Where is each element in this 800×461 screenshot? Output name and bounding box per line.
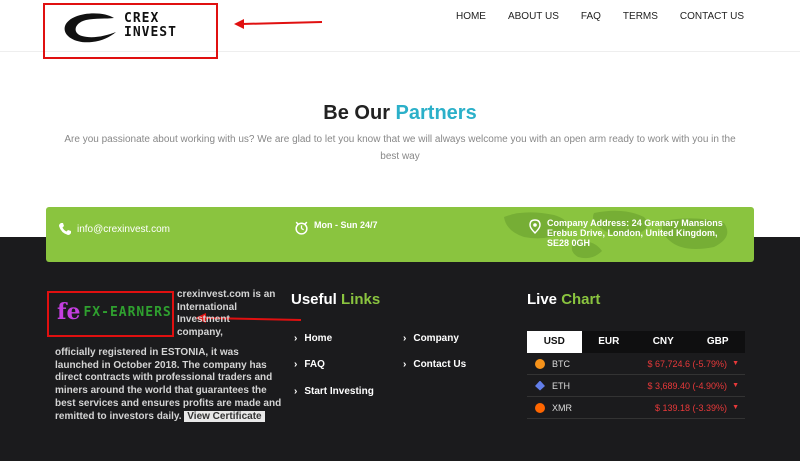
contact-bar: info@crexinvest.com Mon - Sun 24/7 Compa… [46,207,754,262]
tab-eur[interactable]: EUR [582,331,637,353]
chevron-right-icon: › [403,359,407,370]
coin-name: ETH [552,380,570,391]
links-title-accent: Links [341,291,381,308]
contact-hours-text: Mon - Sun 24/7 [314,220,378,230]
caret-down-icon: ▼ [732,360,739,367]
nav-about-us[interactable]: ABOUT US [508,11,559,22]
coin-name: XMR [552,402,572,413]
coin-price: $ 3,689.40 (-4.90%) [647,380,727,391]
chevron-right-icon: › [403,333,407,344]
contact-email-text: info@crexinvest.com [77,223,170,235]
nav-contact-us[interactable]: CONTACT US [680,11,744,22]
nav-faq[interactable]: FAQ [581,11,601,22]
alarm-clock-icon [295,221,308,235]
nav-home[interactable]: HOME [456,11,486,22]
currency-tabs: USD EUR CNY GBP [527,331,745,353]
footer-link-label: FAQ [304,359,325,370]
table-row: BTC $ 67,724.6 (-5.79%) ▼ [527,353,745,375]
main-nav: HOME ABOUT US FAQ TERMS CONTACT US [434,11,744,22]
partners-description: Are you passionate about working with us… [64,134,736,162]
chevron-right-icon: › [294,333,298,344]
tab-gbp[interactable]: GBP [691,331,746,353]
chart-title-accent: Chart [561,291,601,308]
footer-link-label: Contact Us [413,359,467,370]
contact-email[interactable]: info@crexinvest.com [58,222,170,236]
coin-name: BTC [552,358,570,369]
footer-link-home[interactable]: › Home [294,333,332,344]
footer-link-contact-us[interactable]: › Contact Us [403,359,466,370]
chevron-right-icon: › [294,386,298,397]
caret-down-icon: ▼ [732,404,739,411]
annotation-box-badge [47,291,174,337]
table-row: XMR $ 139.18 (-3.39%) ▼ [527,397,745,419]
bitcoin-icon [535,358,545,369]
caret-down-icon: ▼ [732,382,739,389]
footer-link-label: Start Investing [304,386,374,397]
table-row: ETH $ 3,689.40 (-4.90%) ▼ [527,375,745,397]
tab-usd[interactable]: USD [527,331,582,353]
about-text: officially registered in ESTONIA, it was… [55,347,285,423]
partners-title-accent: Partners [395,102,477,124]
location-pin-icon [529,219,541,234]
coin-price: $ 139.18 (-3.39%) [654,402,727,413]
footer-link-faq[interactable]: › FAQ [294,359,325,370]
footer-link-label: Home [304,333,333,344]
about-text-top: crexinvest.com is an International Inves… [177,289,276,339]
live-chart-title: Live Chart [527,291,600,308]
partners-title-main: Be Our [323,102,396,124]
nav-terms[interactable]: TERMS [623,11,658,22]
ethereum-icon [535,380,545,391]
annotation-box-logo [43,3,218,59]
chart-title-main: Live [527,291,562,308]
phone-icon [59,223,71,235]
contact-hours: Mon - Sun 24/7 [294,220,378,235]
chevron-right-icon: › [294,359,298,370]
links-title-main: Useful [291,291,342,308]
contact-address-text: Company Address: 24 Granary Mansions Ere… [547,218,723,248]
footer-link-label: Company [413,333,459,344]
annotation-arrow-icon [234,19,323,29]
tab-cny[interactable]: CNY [636,331,691,353]
view-certificate-button[interactable]: View Certificate [184,410,265,422]
useful-links-title: Useful Links [291,291,380,308]
contact-address: Company Address: 24 Granary Mansions Ere… [528,218,737,248]
footer-link-company[interactable]: › Company [403,333,459,344]
partners-title: Be Our Partners [0,102,800,125]
monero-icon [535,402,545,413]
coin-price: $ 67,724.6 (-5.79%) [647,358,727,369]
footer-link-start-investing[interactable]: › Start Investing [294,386,374,397]
live-chart-table: USD EUR CNY GBP BTC $ 67,724.6 (-5.79%) … [527,331,745,419]
